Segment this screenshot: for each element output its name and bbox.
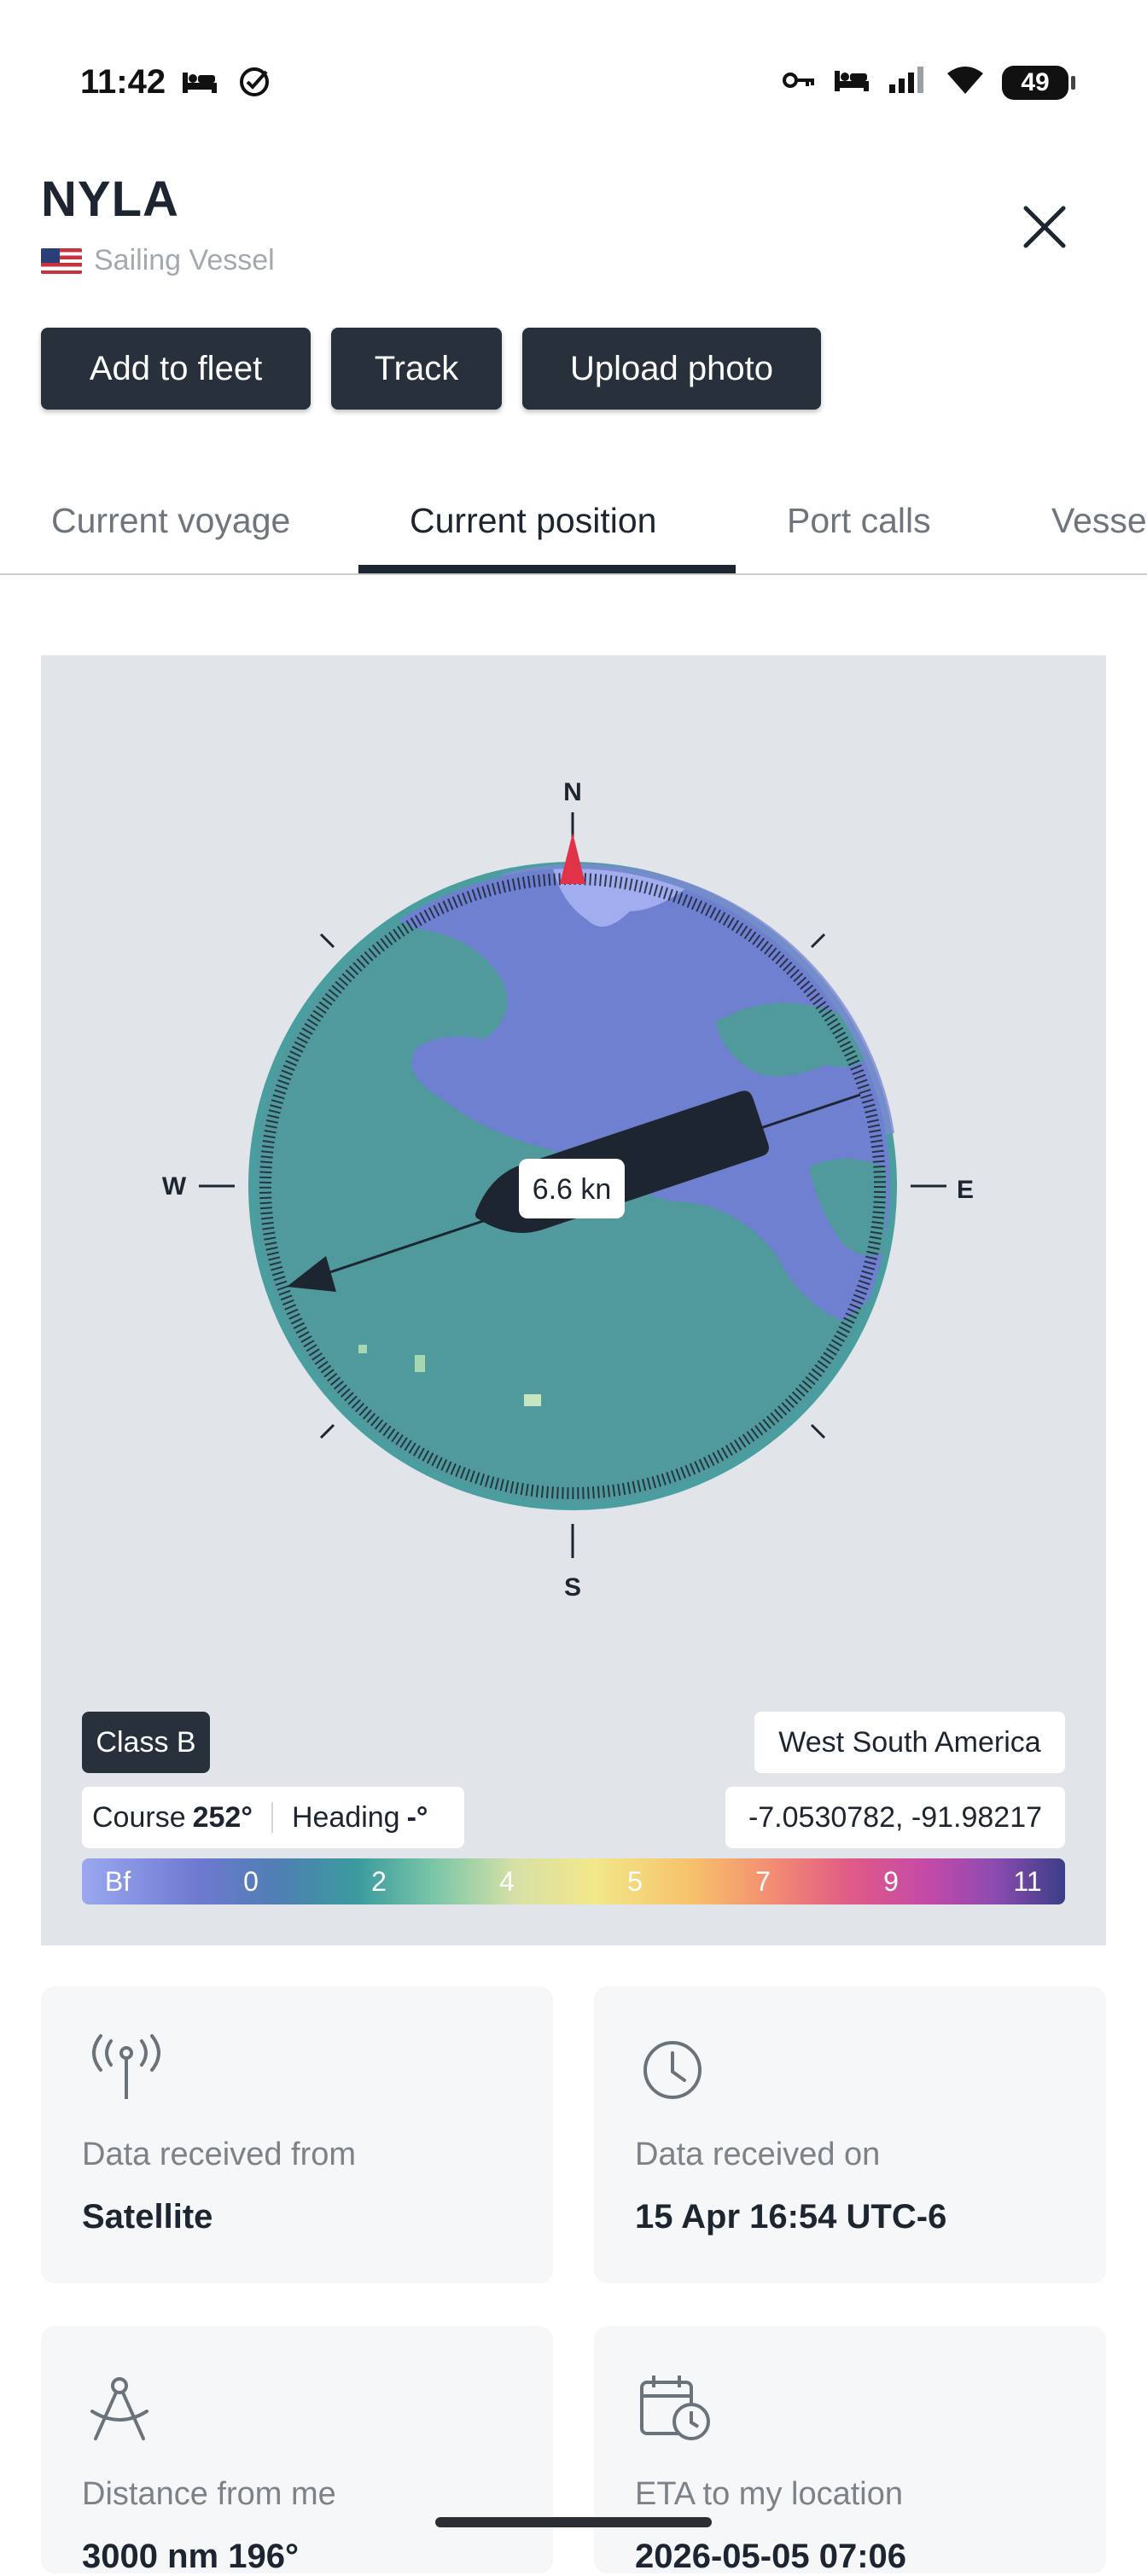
speed-label: 6.6 kn (533, 1173, 612, 1206)
check-circle-icon (237, 65, 271, 103)
vessel-name: NYLA (41, 172, 179, 227)
card-label: ETA to my location (635, 2476, 903, 2512)
card-eta: ETA to my location 2026-05-05 07:06 (594, 2326, 1106, 2575)
position-map[interactable]: N S W E 6.6 kn Class B West South Americ… (41, 655, 1106, 1945)
course-label: Course (92, 1800, 186, 1834)
card-label: Data received from (82, 2137, 357, 2172)
bf-tick: 9 (883, 1865, 899, 1897)
key-icon (782, 67, 816, 97)
status-time: 11:42 (80, 63, 166, 101)
heading-label: Heading (291, 1800, 400, 1834)
active-tab-indicator (358, 565, 736, 573)
tab-bar: Current voyage Current position Port cal… (0, 468, 1147, 575)
card-data-source: Data received from Satellite (41, 1986, 553, 2283)
card-value: 3000 nm 196° (82, 2538, 299, 2575)
tab-port-calls[interactable]: Port calls (787, 468, 931, 573)
tab-current-voyage[interactable]: Current voyage (51, 468, 290, 573)
north-marker (560, 833, 585, 884)
bf-tick: 4 (499, 1865, 515, 1897)
card-label: Data received on (635, 2137, 881, 2172)
vessel-type: Sailing Vessel (94, 244, 275, 276)
bf-tick: 0 (243, 1865, 259, 1897)
region-label: West South America (754, 1712, 1065, 1773)
bf-unit: Bf (104, 1865, 131, 1897)
card-value: 2026-05-05 07:06 (635, 2538, 907, 2575)
add-to-fleet-button[interactable]: Add to fleet (41, 328, 311, 410)
tab-current-position[interactable]: Current position (410, 468, 656, 573)
bed-icon (181, 69, 218, 99)
bf-tick: 2 (371, 1865, 387, 1897)
compass-drafting-icon (85, 2374, 154, 2446)
vessel-subtitle: Sailing Vessel (41, 244, 275, 277)
compass-s: S (564, 1573, 581, 1602)
close-button[interactable] (1012, 195, 1077, 259)
course-heading-pill: Course 252° Heading -° (82, 1787, 464, 1848)
status-bar: 11:42 49 (0, 0, 1147, 171)
beaufort-scale: Bf 0 2 4 5 7 9 11 (82, 1858, 1065, 1904)
track-button[interactable]: Track (331, 328, 502, 410)
action-buttons: Add to fleet Track Upload photo (41, 328, 821, 410)
compass-e: E (957, 1176, 974, 1204)
card-data-received-on: Data received on 15 Apr 16:54 UTC-6 (594, 1986, 1106, 2283)
bed-icon (833, 67, 870, 97)
heading-value: -° (406, 1800, 428, 1834)
tab-vessel[interactable]: Vessel (1051, 468, 1147, 573)
card-value: 15 Apr 16:54 UTC-6 (635, 2198, 947, 2236)
compass-map: N S W E 6.6 kn (162, 778, 974, 1602)
bf-tick: 7 (755, 1865, 771, 1897)
calendar-clock-icon (638, 2374, 715, 2446)
ais-class-badge: Class B (82, 1712, 210, 1773)
bf-tick: 11 (1013, 1865, 1042, 1897)
card-value: Satellite (82, 2198, 213, 2236)
course-value: 252° (192, 1800, 253, 1834)
card-label: Distance from me (82, 2476, 336, 2512)
card-distance: Distance from me 3000 nm 196° (41, 2326, 553, 2575)
coordinates-label: -7.0530782, -91.98217 (725, 1787, 1065, 1848)
upload-photo-button[interactable]: Upload photo (522, 328, 821, 410)
battery-indicator: 49 (1002, 65, 1075, 100)
compass-n: N (563, 778, 582, 806)
home-indicator[interactable] (435, 2517, 712, 2527)
compass-w: W (162, 1172, 187, 1201)
antenna-icon (85, 2034, 167, 2107)
signal-icon (888, 66, 929, 99)
bf-tick: 5 (627, 1865, 643, 1897)
us-flag-icon (41, 247, 82, 274)
clock-icon (638, 2034, 707, 2107)
wifi-icon (946, 65, 985, 100)
close-icon (1023, 206, 1066, 248)
